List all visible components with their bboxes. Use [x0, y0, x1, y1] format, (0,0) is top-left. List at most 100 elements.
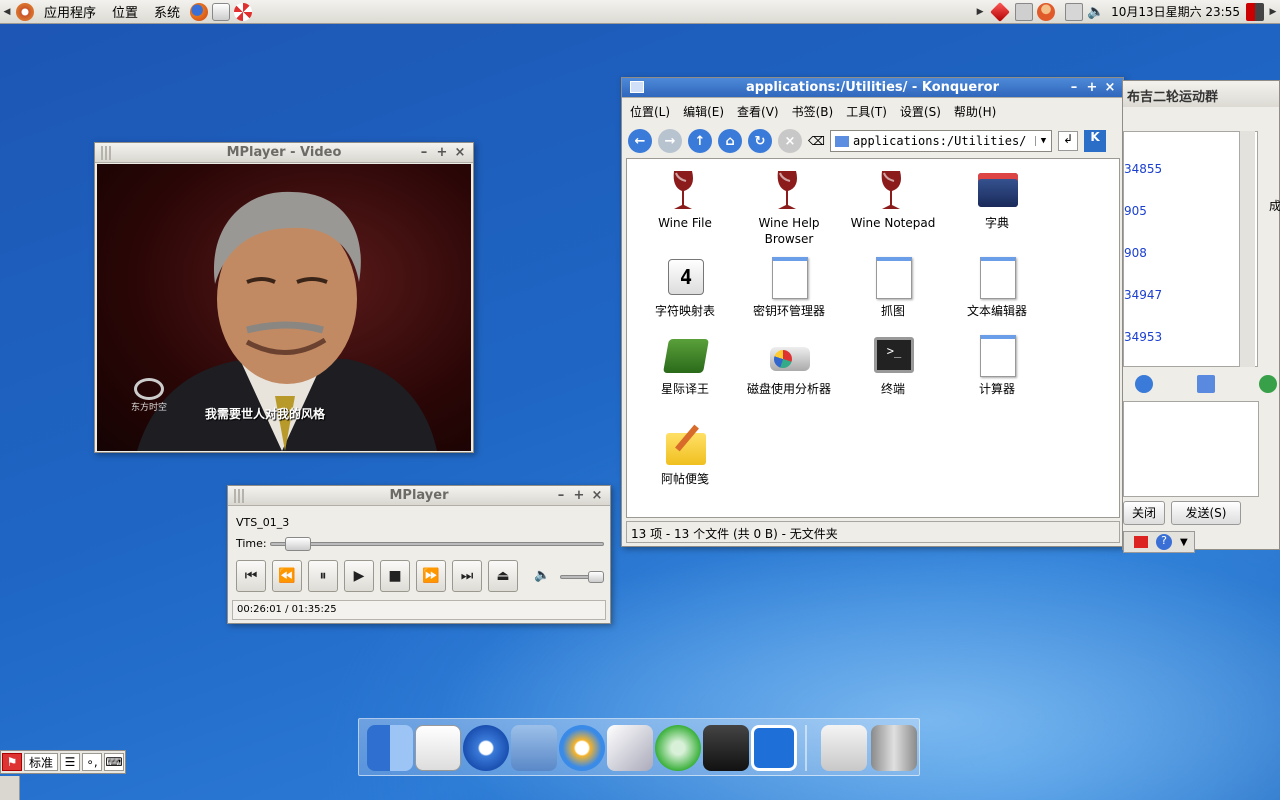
file-item[interactable]: 4 字符映射表: [633, 253, 737, 319]
location-dropdown-icon[interactable]: ▼: [1035, 136, 1051, 146]
fullwidth-icon[interactable]: ☰: [60, 753, 80, 771]
file-item[interactable]: 字典: [945, 165, 1049, 231]
file-item[interactable]: 密钥环管理器: [737, 253, 841, 319]
menu-tools[interactable]: 工具(T): [846, 103, 887, 120]
volume-icon[interactable]: 🔈: [1087, 3, 1105, 21]
maximize-icon[interactable]: +: [572, 488, 586, 503]
file-item[interactable]: >_ 终端: [841, 331, 945, 397]
window-grip-icon[interactable]: [234, 488, 246, 503]
trash-icon[interactable]: [871, 725, 917, 771]
gem-icon[interactable]: [990, 1, 1010, 22]
pause-button[interactable]: ⏸: [308, 560, 338, 592]
fast-forward-button[interactable]: ⏩: [416, 560, 446, 592]
emoticon-icon[interactable]: [1135, 375, 1153, 393]
maximize-icon[interactable]: +: [435, 145, 449, 160]
member-id[interactable]: 34953: [1124, 316, 1162, 358]
printer-icon[interactable]: [1015, 2, 1034, 21]
imovie-icon[interactable]: [703, 725, 749, 771]
chat-input[interactable]: [1123, 401, 1259, 497]
titlebar[interactable]: MPlayer - Video – + ×: [95, 143, 473, 163]
input-logo-icon[interactable]: ⚑: [2, 753, 22, 771]
menu-location[interactable]: 位置(L): [630, 103, 670, 120]
video-frame[interactable]: 东方时空 我需要世人对我的风格: [97, 164, 471, 451]
forward-icon[interactable]: →: [658, 129, 682, 153]
minimize-icon[interactable]: –: [1067, 80, 1081, 95]
file-item[interactable]: Wine Notepad: [841, 165, 945, 231]
clear-location-icon[interactable]: ⌫: [808, 134, 825, 148]
stop-icon[interactable]: ×: [778, 129, 802, 153]
up-icon[interactable]: ↑: [688, 129, 712, 153]
places-menu[interactable]: 位置: [104, 2, 146, 21]
file-item[interactable]: Wine File: [633, 165, 737, 231]
dropdown-icon[interactable]: ▼: [1180, 537, 1188, 548]
previous-button[interactable]: ⏮: [236, 560, 266, 592]
input-mode[interactable]: 标准: [24, 753, 58, 771]
file-item[interactable]: 文本编辑器: [945, 253, 1049, 319]
reload-icon[interactable]: ↻: [748, 129, 772, 153]
maximize-icon[interactable]: +: [1085, 80, 1099, 95]
file-item[interactable]: 抓图: [841, 253, 945, 319]
minimize-icon[interactable]: –: [554, 488, 568, 503]
keyboard-icon[interactable]: ⌨: [104, 753, 124, 771]
safari-icon[interactable]: [463, 725, 509, 771]
rewind-button[interactable]: ⏪: [272, 560, 302, 592]
location-field[interactable]: applications:/Utilities/ ▼: [830, 130, 1052, 152]
menu-edit[interactable]: 编辑(E): [683, 103, 724, 120]
close-icon[interactable]: ×: [1103, 80, 1117, 95]
send-button[interactable]: 发送(S): [1171, 501, 1241, 525]
panel-left-arrow-icon[interactable]: ◀: [0, 7, 14, 17]
finder-icon[interactable]: [367, 725, 413, 771]
eject-button[interactable]: ⏏: [488, 560, 518, 592]
go-icon[interactable]: ↲: [1058, 131, 1078, 151]
file-view[interactable]: Wine File Wine Help Browser Wine Notepad 字典…: [626, 158, 1120, 518]
stop-button[interactable]: ■: [380, 560, 410, 592]
close-icon[interactable]: ×: [590, 488, 604, 503]
window-grip-icon[interactable]: [101, 145, 113, 160]
user-icon[interactable]: [1037, 2, 1056, 21]
mail-bird-icon[interactable]: [511, 725, 557, 771]
media-player-icon[interactable]: [559, 725, 605, 771]
textedit-icon[interactable]: [415, 725, 461, 771]
time-slider[interactable]: [270, 537, 604, 551]
apple-prefs-icon[interactable]: [821, 725, 867, 771]
menu-view[interactable]: 查看(V): [737, 103, 779, 120]
chat-member-list[interactable]: 34855 905 908 34947 34953: [1123, 131, 1258, 367]
menu-settings[interactable]: 设置(S): [900, 103, 941, 120]
file-item[interactable]: 星际译王: [633, 331, 737, 397]
next-button[interactable]: ⏭: [452, 560, 482, 592]
mail-icon[interactable]: [212, 2, 231, 21]
titlebar[interactable]: MPlayer – + ×: [228, 486, 610, 506]
tray-arrow-icon[interactable]: ▶: [973, 7, 987, 17]
close-icon[interactable]: ×: [453, 145, 467, 160]
iphoto-icon[interactable]: [607, 725, 653, 771]
applications-menu[interactable]: 应用程序: [36, 2, 104, 21]
system-menu[interactable]: 系统: [146, 2, 188, 21]
screenshot-icon[interactable]: [1197, 375, 1215, 393]
ubuntu-logo-icon[interactable]: [16, 2, 34, 21]
member-id[interactable]: 34947: [1124, 274, 1162, 316]
volume-slider[interactable]: [560, 571, 604, 583]
chat-bubble-icon[interactable]: [1259, 375, 1277, 393]
chat-scrollbar[interactable]: [1239, 131, 1255, 367]
minimize-icon[interactable]: –: [417, 145, 431, 160]
flag-icon[interactable]: [1134, 536, 1148, 548]
itunes-icon[interactable]: [655, 725, 701, 771]
home-icon[interactable]: ⌂: [718, 129, 742, 153]
member-id[interactable]: 908: [1124, 232, 1162, 274]
member-id[interactable]: 905: [1124, 190, 1162, 232]
panel-right-arrow-icon[interactable]: ▶: [1266, 7, 1280, 17]
help-icon[interactable]: ?: [1156, 534, 1172, 550]
logout-icon[interactable]: [1246, 2, 1264, 21]
time-slider-handle[interactable]: [284, 537, 311, 551]
file-item[interactable]: 计算器: [945, 331, 1049, 397]
member-id[interactable]: 34855: [1124, 148, 1162, 190]
titlebar[interactable]: applications:/Utilities/ - Konqueror – + ×: [622, 78, 1123, 98]
play-button[interactable]: ▶: [344, 560, 374, 592]
punctuation-icon[interactable]: ∘,: [82, 753, 102, 771]
close-button[interactable]: 关闭: [1123, 501, 1165, 525]
file-item[interactable]: 阿帖便笺: [633, 421, 737, 487]
help-lifebuoy-icon[interactable]: [234, 2, 253, 21]
info-icon[interactable]: [751, 725, 797, 771]
firefox-icon[interactable]: [190, 2, 209, 21]
menu-help[interactable]: 帮助(H): [954, 103, 996, 120]
